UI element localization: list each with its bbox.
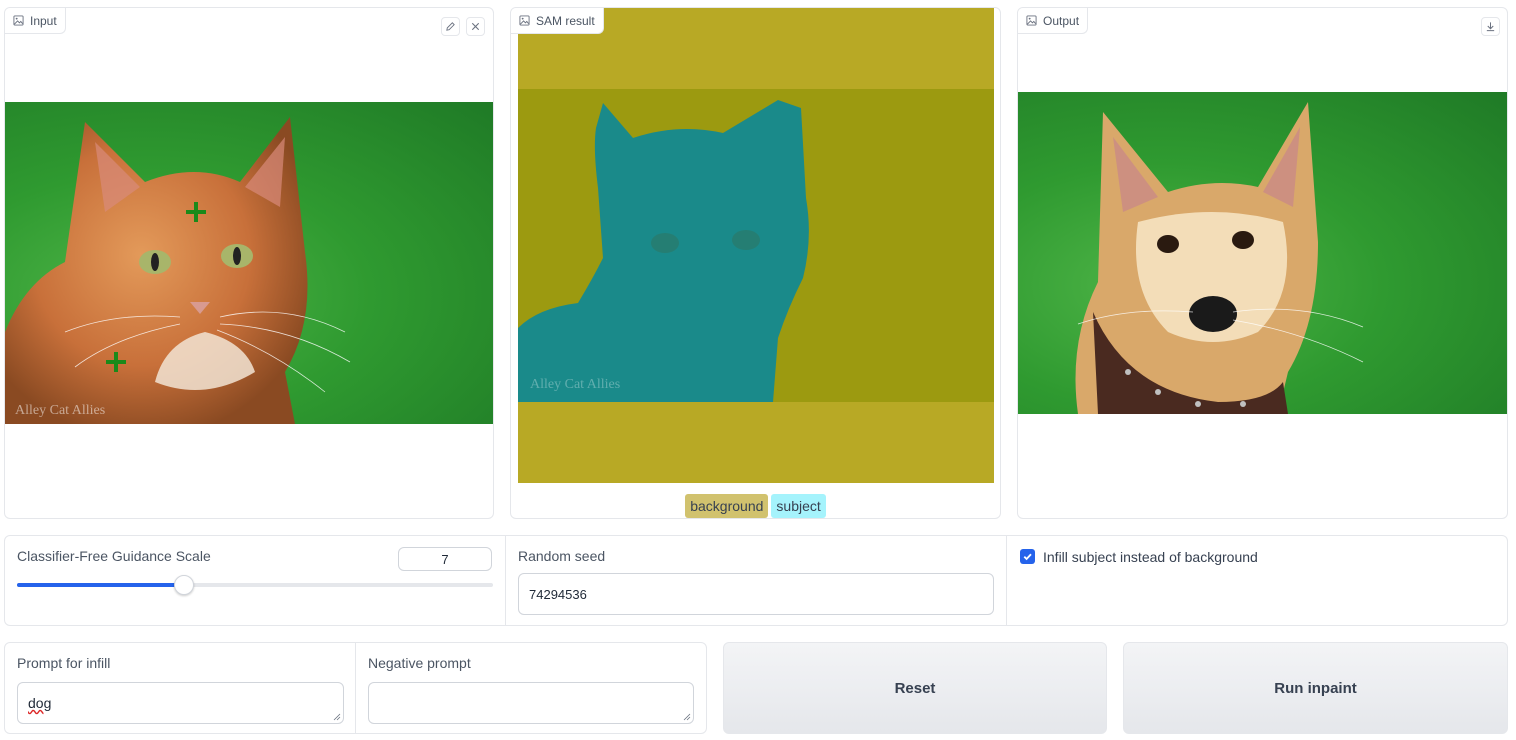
infill-toggle-label[interactable]: Infill subject instead of background [1043, 549, 1258, 565]
guidance-number-input[interactable]: 7 [398, 547, 492, 571]
guidance-slider-fill [17, 583, 184, 587]
close-icon [471, 22, 480, 31]
image-icon [519, 15, 530, 26]
sam-label-tag: SAM result [511, 8, 604, 34]
resize-handle-icon[interactable] [333, 713, 341, 721]
input-label: Input [30, 13, 57, 28]
output-image-panel: Output [1017, 7, 1508, 519]
seed-control: Random seed 74294536 [506, 536, 1007, 625]
prompt-text: dog [28, 695, 52, 711]
negative-prompt-textarea[interactable] [368, 682, 694, 724]
infill-checkbox[interactable] [1020, 549, 1035, 564]
guidance-label: Classifier-Free Guidance Scale [17, 548, 211, 564]
sam-result-panel: SAM result Alley Cat Allies background s… [510, 7, 1001, 519]
sam-legend: background subject [511, 494, 1000, 518]
reset-button[interactable]: Reset [723, 642, 1107, 734]
prompt-label: Prompt for infill [17, 655, 111, 671]
edit-button[interactable] [441, 17, 460, 36]
image-icon [1026, 15, 1037, 26]
mask-illustration: Alley Cat Allies [518, 89, 994, 402]
legend-subject[interactable]: subject [771, 494, 826, 518]
settings-row: Classifier-Free Guidance Scale 7 Random … [4, 535, 1508, 626]
input-label-tag: Input [5, 8, 66, 34]
infill-toggle-control: Infill subject instead of background [1007, 536, 1507, 625]
sam-mask-image: Alley Cat Allies [518, 8, 994, 483]
resize-handle-icon[interactable] [683, 713, 691, 721]
legend-background[interactable]: background [685, 494, 769, 518]
negative-prompt-control: Negative prompt [356, 643, 706, 733]
prompts-group: Prompt for infill dog Negative prompt [4, 642, 707, 734]
download-icon [1486, 22, 1495, 32]
output-label-tag: Output [1018, 8, 1089, 34]
input-cat-image[interactable]: Alley Cat Allies [5, 102, 493, 424]
clear-button[interactable] [466, 17, 485, 36]
input-image-panel[interactable]: Input Alley Cat Allies [4, 7, 494, 519]
pencil-icon [446, 22, 455, 31]
image-icon [13, 15, 24, 26]
negative-prompt-label: Negative prompt [368, 655, 471, 671]
seed-label: Random seed [518, 548, 606, 564]
seed-input[interactable]: 74294536 [518, 573, 994, 615]
run-inpaint-button[interactable]: Run inpaint [1123, 642, 1508, 734]
output-label: Output [1043, 13, 1080, 28]
dog-illustration [1075, 102, 1364, 414]
guidance-slider-thumb[interactable] [174, 575, 194, 595]
watermark-text: Alley Cat Allies [15, 403, 105, 418]
watermark-text: Alley Cat Allies [530, 377, 620, 392]
download-button[interactable] [1481, 17, 1500, 36]
output-dog-image [1018, 92, 1507, 414]
prompt-textarea[interactable]: dog [17, 682, 344, 724]
guidance-control: Classifier-Free Guidance Scale 7 [5, 536, 506, 625]
cat-illustration: Alley Cat Allies [5, 117, 351, 424]
check-icon [1023, 553, 1032, 561]
sam-label: SAM result [536, 13, 595, 28]
prompt-control: Prompt for infill dog [5, 643, 356, 733]
